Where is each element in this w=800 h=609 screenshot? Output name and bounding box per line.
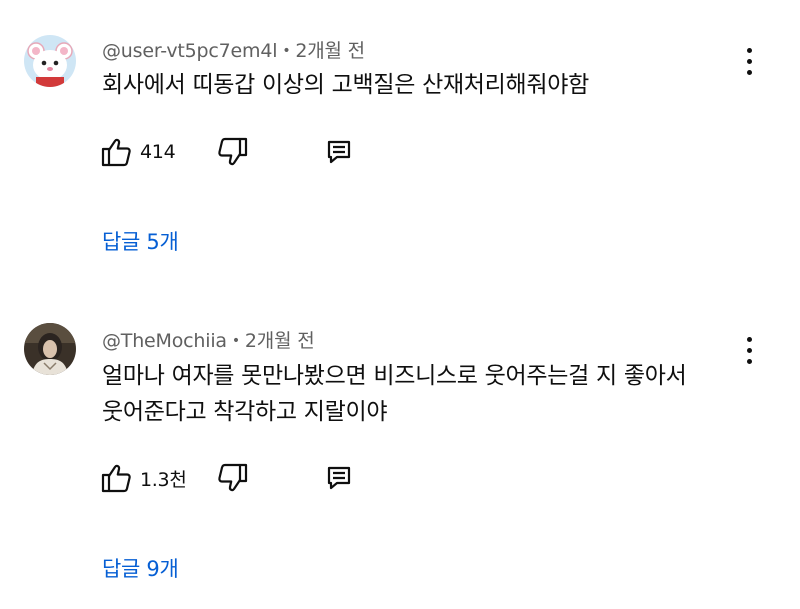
dislike-button[interactable] (217, 132, 249, 172)
comment-actions: 1.3천 (100, 458, 400, 498)
comment-text: 얼마나 여자를 못만나봤으면 비즈니스로 웃어주는걸 지 좋아서 웃어준다고 착… (102, 358, 687, 430)
thumbs-up-icon (101, 464, 131, 493)
comment-line: 웃어준다고 착각하고 지랄이야 (102, 399, 388, 425)
comment-actions: 414 (100, 132, 400, 172)
mouse-avatar-icon (24, 35, 76, 87)
comment-author[interactable]: @TheMochiia (102, 330, 227, 352)
meta-separator: • (282, 43, 291, 59)
portrait-avatar-icon (24, 323, 76, 375)
comment-reply-icon (327, 140, 351, 164)
avatar[interactable] (24, 35, 76, 87)
comment-line: 회사에서 띠동갑 이상의 고백질은 산재처리해줘야함 (102, 72, 589, 98)
avatar[interactable] (24, 323, 76, 375)
view-replies-button[interactable]: 답글 5개 (102, 226, 179, 256)
meta-separator: • (231, 333, 240, 349)
view-replies-button[interactable]: 답글 9개 (102, 553, 179, 583)
like-button[interactable]: 414 (100, 132, 176, 172)
comment-meta: @user-vt5pc7em4l • 2개월 전 (102, 36, 365, 63)
comment-author[interactable]: @user-vt5pc7em4l (102, 40, 278, 62)
like-count: 1.3천 (140, 468, 187, 491)
like-button[interactable]: 1.3천 (100, 458, 187, 498)
reply-button[interactable] (326, 132, 352, 172)
like-count: 414 (140, 141, 176, 163)
more-options-icon[interactable] (738, 44, 762, 80)
comment-time: 2개월 전 (244, 330, 315, 352)
reply-button[interactable] (326, 458, 352, 498)
comment-reply-icon (327, 466, 351, 490)
comment-text: 회사에서 띠동갑 이상의 고백질은 산재처리해줘야함 (102, 67, 589, 103)
comment-line: 얼마나 여자를 못만나봤으면 비즈니스로 웃어주는걸 지 좋아서 (102, 363, 687, 389)
thumbs-down-icon (218, 463, 248, 492)
comment-time: 2개월 전 (295, 40, 365, 62)
comment-meta: @TheMochiia • 2개월 전 (102, 326, 315, 353)
thumbs-down-icon (218, 137, 248, 166)
more-options-icon[interactable] (738, 333, 762, 369)
thumbs-up-icon (101, 138, 131, 167)
dislike-button[interactable] (217, 458, 249, 498)
